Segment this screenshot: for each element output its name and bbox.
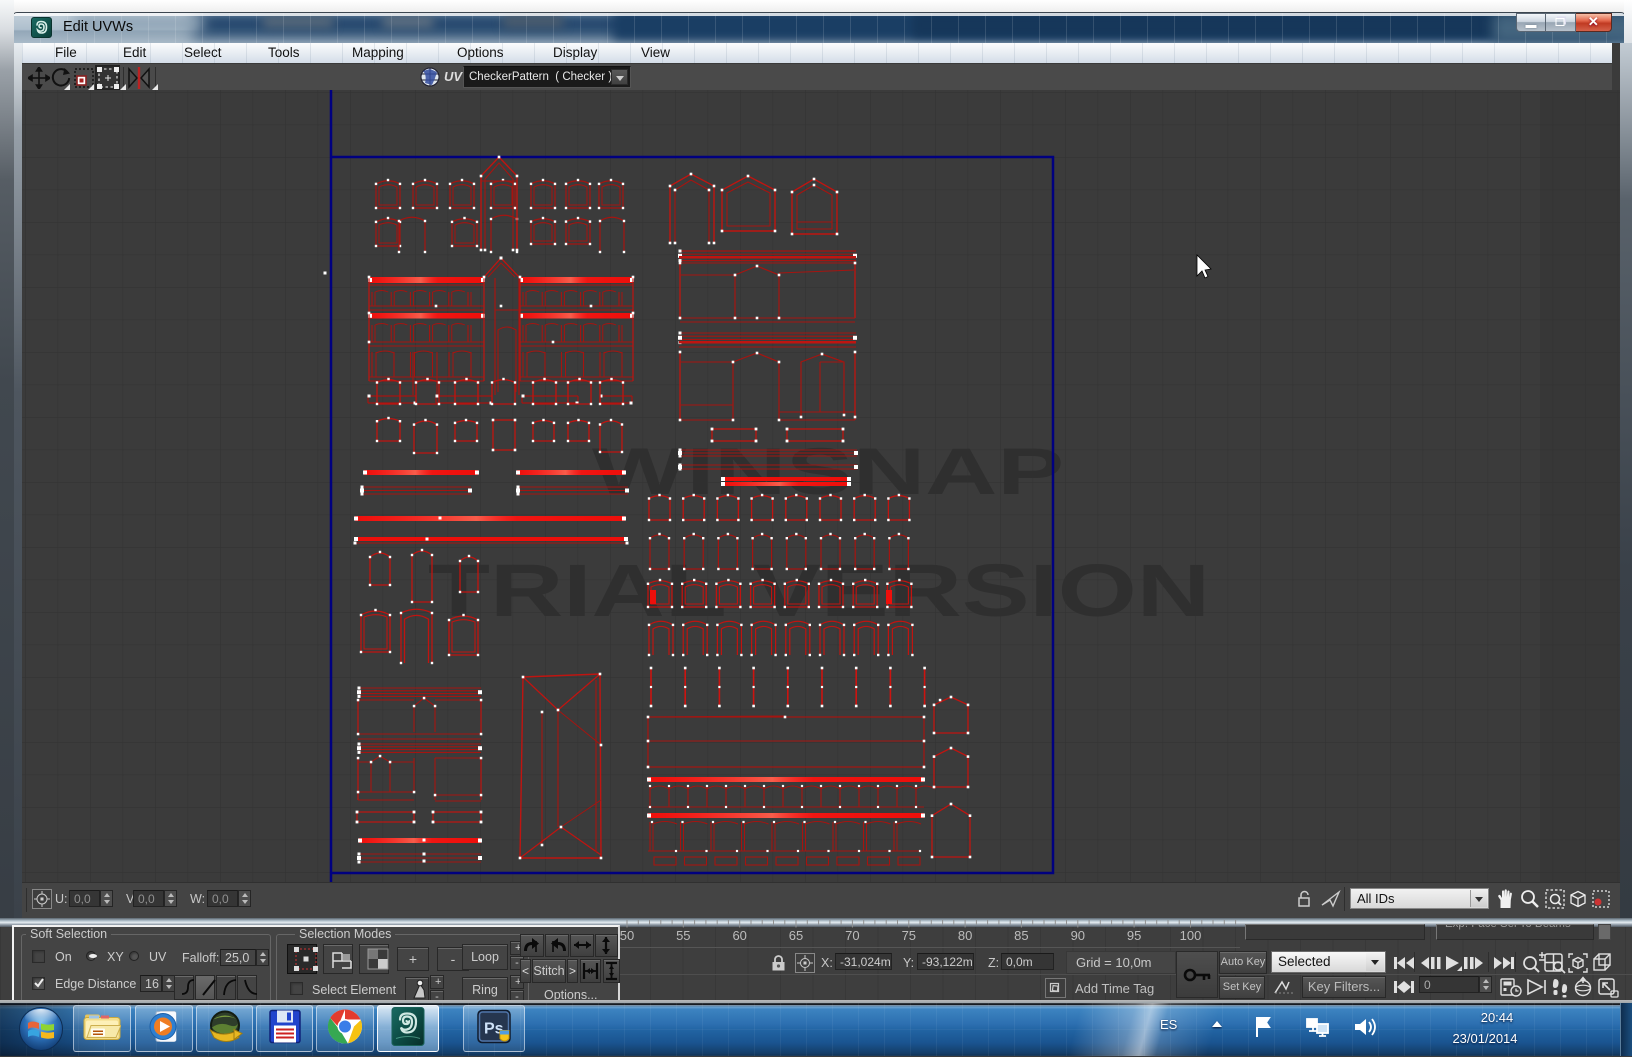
- svg-text:50: 50: [620, 928, 634, 943]
- svg-text:80: 80: [958, 928, 972, 943]
- svg-text:95: 95: [1127, 928, 1141, 943]
- svg-text:75: 75: [902, 928, 916, 943]
- svg-text:100: 100: [1180, 928, 1202, 943]
- svg-text:60: 60: [732, 928, 746, 943]
- svg-text:55: 55: [676, 928, 690, 943]
- svg-text:85: 85: [1014, 928, 1028, 943]
- svg-text:65: 65: [789, 928, 803, 943]
- svg-text:90: 90: [1071, 928, 1085, 943]
- svg-text:70: 70: [845, 928, 859, 943]
- svg-text:WINSNAP: WINSNAP: [592, 434, 1064, 508]
